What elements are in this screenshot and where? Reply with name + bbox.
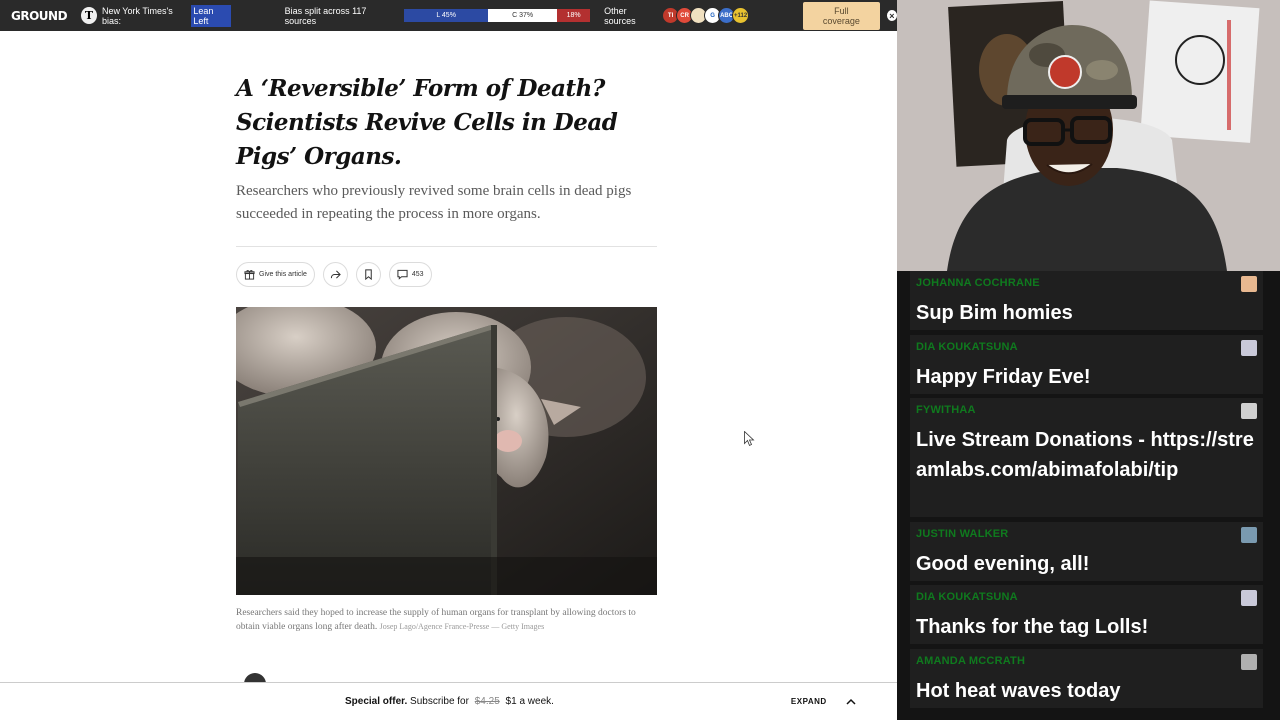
source-count-badge[interactable]: +112 <box>732 7 750 24</box>
expand-button[interactable]: EXPAND <box>791 697 827 706</box>
bias-label: New York Times's bias: <box>101 5 173 26</box>
publisher-icon: T <box>81 7 97 24</box>
photo-credit: Josep Lago/Agence France-Presse — Getty … <box>379 622 545 631</box>
bias-value: Lean Left <box>191 4 231 27</box>
share-button[interactable] <box>322 262 348 287</box>
chat-text: Sup Bim homies <box>916 302 1073 324</box>
article: A ‘Reversible’ Form of Death? Scientists… <box>236 72 657 634</box>
chat-username: JUSTIN WALKER <box>916 528 1009 540</box>
stream-chat: JOHANNA COCHRANE Sup Bim homies DIA KOUK… <box>897 271 1280 720</box>
gift-icon <box>244 270 255 280</box>
chevron-up-icon[interactable] <box>845 696 857 708</box>
save-button[interactable] <box>355 262 381 287</box>
other-sources-icons[interactable]: TI CR G ABC +112 <box>662 7 750 24</box>
chat-message: DIA KOUKATSUNA Thanks for the tag Lolls! <box>910 585 1263 644</box>
ground-logo[interactable]: GROUND <box>11 9 68 23</box>
chat-text: Thanks for the tag Lolls! <box>916 616 1149 638</box>
chat-username: DIA KOUKATSUNA <box>916 591 1018 603</box>
mouse-cursor-icon <box>744 431 755 447</box>
other-sources-label: Other sources <box>604 5 636 26</box>
chat-message: JUSTIN WALKER Good evening, all! <box>910 522 1263 581</box>
chat-text: Hot heat waves today <box>916 680 1121 702</box>
offer-new-price: $1 a week. <box>505 696 554 707</box>
webcam-feed <box>897 0 1280 271</box>
offer-bold: Special offer. <box>345 696 408 707</box>
offer-old-price: $4.25 <box>474 696 500 707</box>
article-headline: A ‘Reversible’ Form of Death? Scientists… <box>236 75 618 170</box>
chat-text: Good evening, all! <box>916 553 1090 575</box>
bias-center-segment: C 37% <box>488 9 558 22</box>
user-avatar <box>1241 590 1257 606</box>
gift-article-button[interactable]: Give this article <box>236 262 315 287</box>
article-summary: Researchers who previously revived some … <box>236 183 632 222</box>
offer-description: Subscribe for <box>410 696 469 707</box>
bias-left-segment: L 45% <box>404 9 489 22</box>
chat-message: AMANDA MCCRATH Hot heat waves today <box>910 649 1263 708</box>
comment-icon <box>397 269 408 280</box>
user-avatar <box>1241 403 1257 419</box>
user-avatar <box>1241 276 1257 292</box>
bias-right-segment: 18% <box>557 9 591 22</box>
chat-message: JOHANNA COCHRANE Sup Bim homies <box>910 271 1263 330</box>
offer-text: Special offer. Subscribe for $4.25 $1 a … <box>345 696 554 707</box>
divider <box>236 246 657 247</box>
close-icon[interactable]: × <box>886 10 897 21</box>
photo-caption: Researchers said they hoped to increase … <box>236 606 646 634</box>
screen: GROUND T New York Times's bias: Lean Lef… <box>0 0 1280 720</box>
ground-news-bar: GROUND T New York Times's bias: Lean Lef… <box>0 0 897 31</box>
browser-viewport: GROUND T New York Times's bias: Lean Lef… <box>0 0 897 720</box>
gift-article-label: Give this article <box>259 271 307 278</box>
comments-button[interactable]: 453 <box>388 262 432 287</box>
full-coverage-button[interactable]: Full coverage <box>803 1 880 30</box>
bias-split-label: Bias split across 117 sources <box>284 5 367 26</box>
chat-text: Live Stream Donations - https://streamla… <box>916 429 1254 481</box>
chat-username: AMANDA MCCRATH <box>916 655 1026 667</box>
subscription-offer-bar: Special offer. Subscribe for $4.25 $1 a … <box>0 682 897 720</box>
chat-username: JOHANNA COCHRANE <box>916 277 1040 289</box>
share-icon <box>330 270 341 279</box>
user-avatar <box>1241 340 1257 356</box>
article-toolbar: Give this article 453 <box>236 262 657 287</box>
bookmark-icon <box>365 269 372 280</box>
article-photo-pigs[interactable] <box>236 307 657 595</box>
chat-message: DIA KOUKATSUNA Happy Friday Eve! <box>910 335 1263 394</box>
comment-count: 453 <box>411 271 424 278</box>
chat-text: Happy Friday Eve! <box>916 366 1091 388</box>
user-avatar <box>1241 654 1257 670</box>
bias-distribution-bar[interactable]: L 45% C 37% 18% <box>404 9 591 22</box>
user-avatar <box>1241 527 1257 543</box>
chat-message: FYWITHAA Live Stream Donations - https:/… <box>910 398 1263 517</box>
chat-username: DIA KOUKATSUNA <box>916 341 1018 353</box>
chat-username: FYWITHAA <box>916 404 976 416</box>
